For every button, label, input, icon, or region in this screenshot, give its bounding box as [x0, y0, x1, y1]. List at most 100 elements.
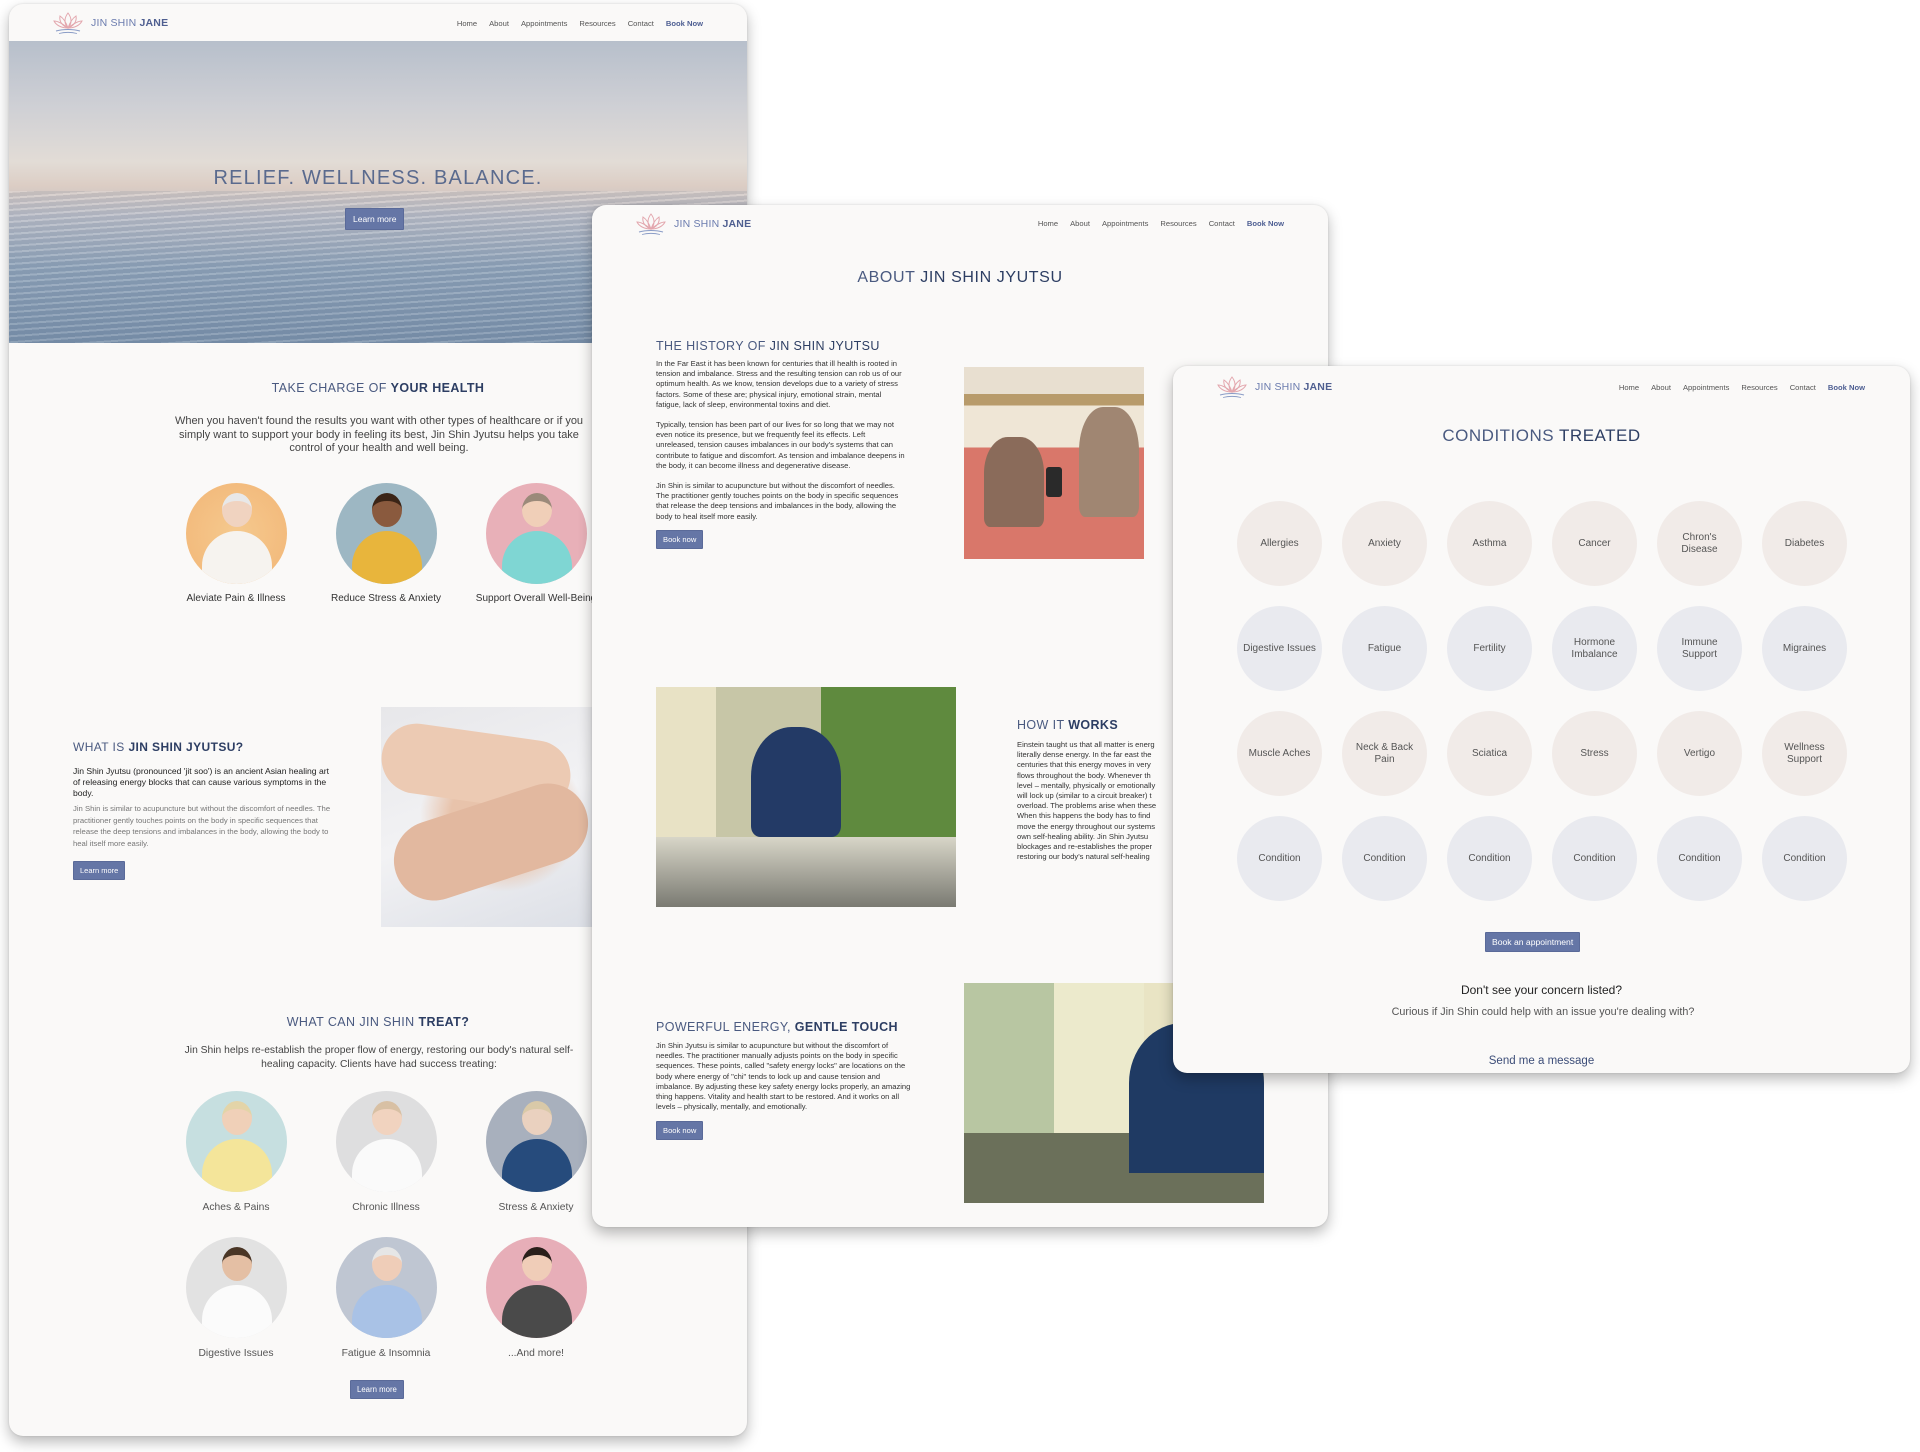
benefit-photo: [335, 483, 437, 584]
condition-bubble[interactable]: Digestive Issues: [1237, 606, 1322, 691]
nav-book-now[interactable]: Book Now: [1247, 219, 1284, 228]
nav-book-now[interactable]: Book Now: [1828, 383, 1865, 392]
treat-photo: [485, 1237, 587, 1338]
condition-bubble[interactable]: Muscle Aches: [1237, 711, 1322, 796]
logo-text-light: JIN SHIN: [674, 218, 723, 230]
condition-bubble[interactable]: Fertility: [1447, 606, 1532, 691]
heading-light: THE HISTORY OF: [656, 339, 770, 353]
history-section: THE HISTORY OF JIN SHIN JYUTSU In the Fa…: [656, 339, 906, 549]
condition-bubble[interactable]: Immune Support: [1657, 606, 1742, 691]
condition-bubble[interactable]: Allergies: [1237, 501, 1322, 586]
site-nav: JIN SHIN JANE Home About Appointments Re…: [9, 4, 747, 42]
treat-photo: [335, 1091, 437, 1192]
logo[interactable]: JIN SHIN JANE: [1215, 374, 1332, 400]
nav-appointments[interactable]: Appointments: [1683, 383, 1729, 392]
nav-home[interactable]: Home: [1619, 383, 1639, 392]
condition-bubble[interactable]: Fatigue: [1342, 606, 1427, 691]
nav-appointments[interactable]: Appointments: [521, 19, 567, 28]
how-line: flows throughout the body. Whenever th: [1017, 770, 1151, 780]
power-book-now-button[interactable]: Book now: [656, 1121, 704, 1141]
nav-about[interactable]: About: [1070, 219, 1090, 228]
practitioner-photo: [656, 687, 956, 907]
conditions-page-card: JIN SHIN JANE Home About Appointments Re…: [1173, 366, 1910, 1073]
condition-bubble[interactable]: Migraines: [1762, 606, 1847, 691]
heading-bold: JIN SHIN JYUTSU: [920, 269, 1063, 286]
heading-bold: YOUR HEALTH: [390, 381, 485, 395]
nav-about[interactable]: About: [1651, 383, 1671, 392]
nav-book-now[interactable]: Book Now: [666, 19, 703, 28]
treat-learn-more-button[interactable]: Learn more: [350, 1380, 404, 1399]
concern-subtext: Curious if Jin Shin could help with an i…: [1391, 1006, 1695, 1018]
heading-light: TAKE CHARGE OF: [271, 381, 391, 395]
nav-resources[interactable]: Resources: [1741, 383, 1777, 392]
how-paragraph: Einstein taught us that all matter is en…: [1017, 740, 1187, 862]
heading-light: CONDITIONS: [1442, 426, 1560, 445]
treat-item: Stress & Anxiety: [461, 1091, 611, 1214]
nav-contact[interactable]: Contact: [1790, 383, 1816, 392]
send-message-link[interactable]: Send me a message: [1173, 1055, 1910, 1067]
nav-home[interactable]: Home: [457, 19, 477, 28]
condition-bubble[interactable]: Condition: [1237, 816, 1322, 901]
what-is-section: WHAT IS JIN SHIN JYUTSU? Jin Shin Jyutsu…: [73, 740, 333, 880]
condition-bubble[interactable]: Condition: [1447, 816, 1532, 901]
condition-bubble[interactable]: Anxiety: [1342, 501, 1427, 586]
conditions-page-title: CONDITIONS TREATED: [1173, 426, 1910, 446]
benefit-photo: [485, 483, 587, 584]
about-page-title: ABOUT JIN SHIN JYUTSU: [592, 269, 1328, 287]
benefit-item: Reduce Stress & Anxiety: [311, 483, 461, 605]
how-line: When this happens the body has to find: [1017, 811, 1151, 821]
condition-bubble[interactable]: Sciatica: [1447, 711, 1532, 796]
hero-learn-more-button[interactable]: Learn more: [345, 208, 405, 230]
nav-resources[interactable]: Resources: [1160, 219, 1196, 228]
site-nav: JIN SHIN JANE Home About Appointments Re…: [592, 205, 1328, 243]
how-line: own self-healing ability. Jin Shin Jyuts…: [1017, 831, 1149, 841]
condition-bubble[interactable]: Condition: [1342, 816, 1427, 901]
how-line: Einstein taught us that all matter is en…: [1017, 740, 1155, 749]
heading-bold: TREAT?: [418, 1015, 470, 1029]
condition-bubble[interactable]: Neck & Back Pain: [1342, 711, 1427, 796]
nav-contact[interactable]: Contact: [628, 19, 654, 28]
benefit-item: Support Overall Well-Being: [461, 483, 611, 605]
treat-photo: [185, 1091, 287, 1192]
history-book-now-button[interactable]: Book now: [656, 529, 704, 549]
treat-label: ...And more!: [507, 1348, 565, 1359]
power-paragraph: Jin Shin Jyutsu is similar to acupunctur…: [656, 1041, 911, 1112]
nav-about[interactable]: About: [489, 19, 509, 28]
condition-bubble[interactable]: Diabetes: [1762, 501, 1847, 586]
condition-bubble[interactable]: Wellness Support: [1762, 711, 1847, 796]
history-paragraph: Jin Shin is similar to acupuncture but w…: [656, 481, 899, 521]
condition-bubble[interactable]: Cancer: [1552, 501, 1637, 586]
nav-contact[interactable]: Contact: [1209, 219, 1235, 228]
condition-bubble[interactable]: Hormone Imbalance: [1552, 606, 1637, 691]
book-appointment-button[interactable]: Book an appointment: [1485, 932, 1581, 952]
logo-text-bold: JANE: [1303, 381, 1333, 393]
treat-label: Fatigue & Insomnia: [341, 1348, 431, 1359]
heading-bold: JIN SHIN JYUTSU?: [128, 740, 244, 754]
condition-bubble[interactable]: Asthma: [1447, 501, 1532, 586]
condition-bubble[interactable]: Condition: [1552, 816, 1637, 901]
nav-appointments[interactable]: Appointments: [1102, 219, 1148, 228]
condition-bubble[interactable]: Vertigo: [1657, 711, 1742, 796]
nav-resources[interactable]: Resources: [579, 19, 615, 28]
how-line: move the energy throughout our systems: [1017, 821, 1156, 831]
what-is-learn-more-button[interactable]: Learn more: [73, 860, 126, 880]
treat-label: Aches & Pains: [202, 1202, 270, 1213]
treat-item: ...And more!: [461, 1237, 611, 1360]
logo[interactable]: JIN SHIN JANE: [634, 211, 751, 237]
heading-bold: TREATED: [1559, 426, 1641, 445]
heading-light: WHAT IS: [73, 740, 129, 754]
nav-links: Home About Appointments Resources Contac…: [1619, 383, 1865, 392]
condition-bubble[interactable]: Condition: [1657, 816, 1742, 901]
condition-bubble[interactable]: Chron's Disease: [1657, 501, 1742, 586]
concern-question: Don't see your concern listed?: [1460, 983, 1623, 997]
heading-bold: WORKS: [1068, 718, 1119, 732]
what-is-heading: WHAT IS JIN SHIN JYUTSU?: [73, 740, 333, 754]
treat-label: Stress & Anxiety: [498, 1202, 574, 1213]
condition-bubble[interactable]: Stress: [1552, 711, 1637, 796]
history-paragraph: Typically, tension has been part of our …: [656, 420, 905, 470]
hero-headline: RELIEF. WELLNESS. BALANCE.: [213, 167, 543, 189]
nav-home[interactable]: Home: [1038, 219, 1058, 228]
condition-bubble[interactable]: Condition: [1762, 816, 1847, 901]
logo[interactable]: JIN SHIN JANE: [51, 10, 168, 36]
japanese-art-image: [964, 367, 1144, 559]
